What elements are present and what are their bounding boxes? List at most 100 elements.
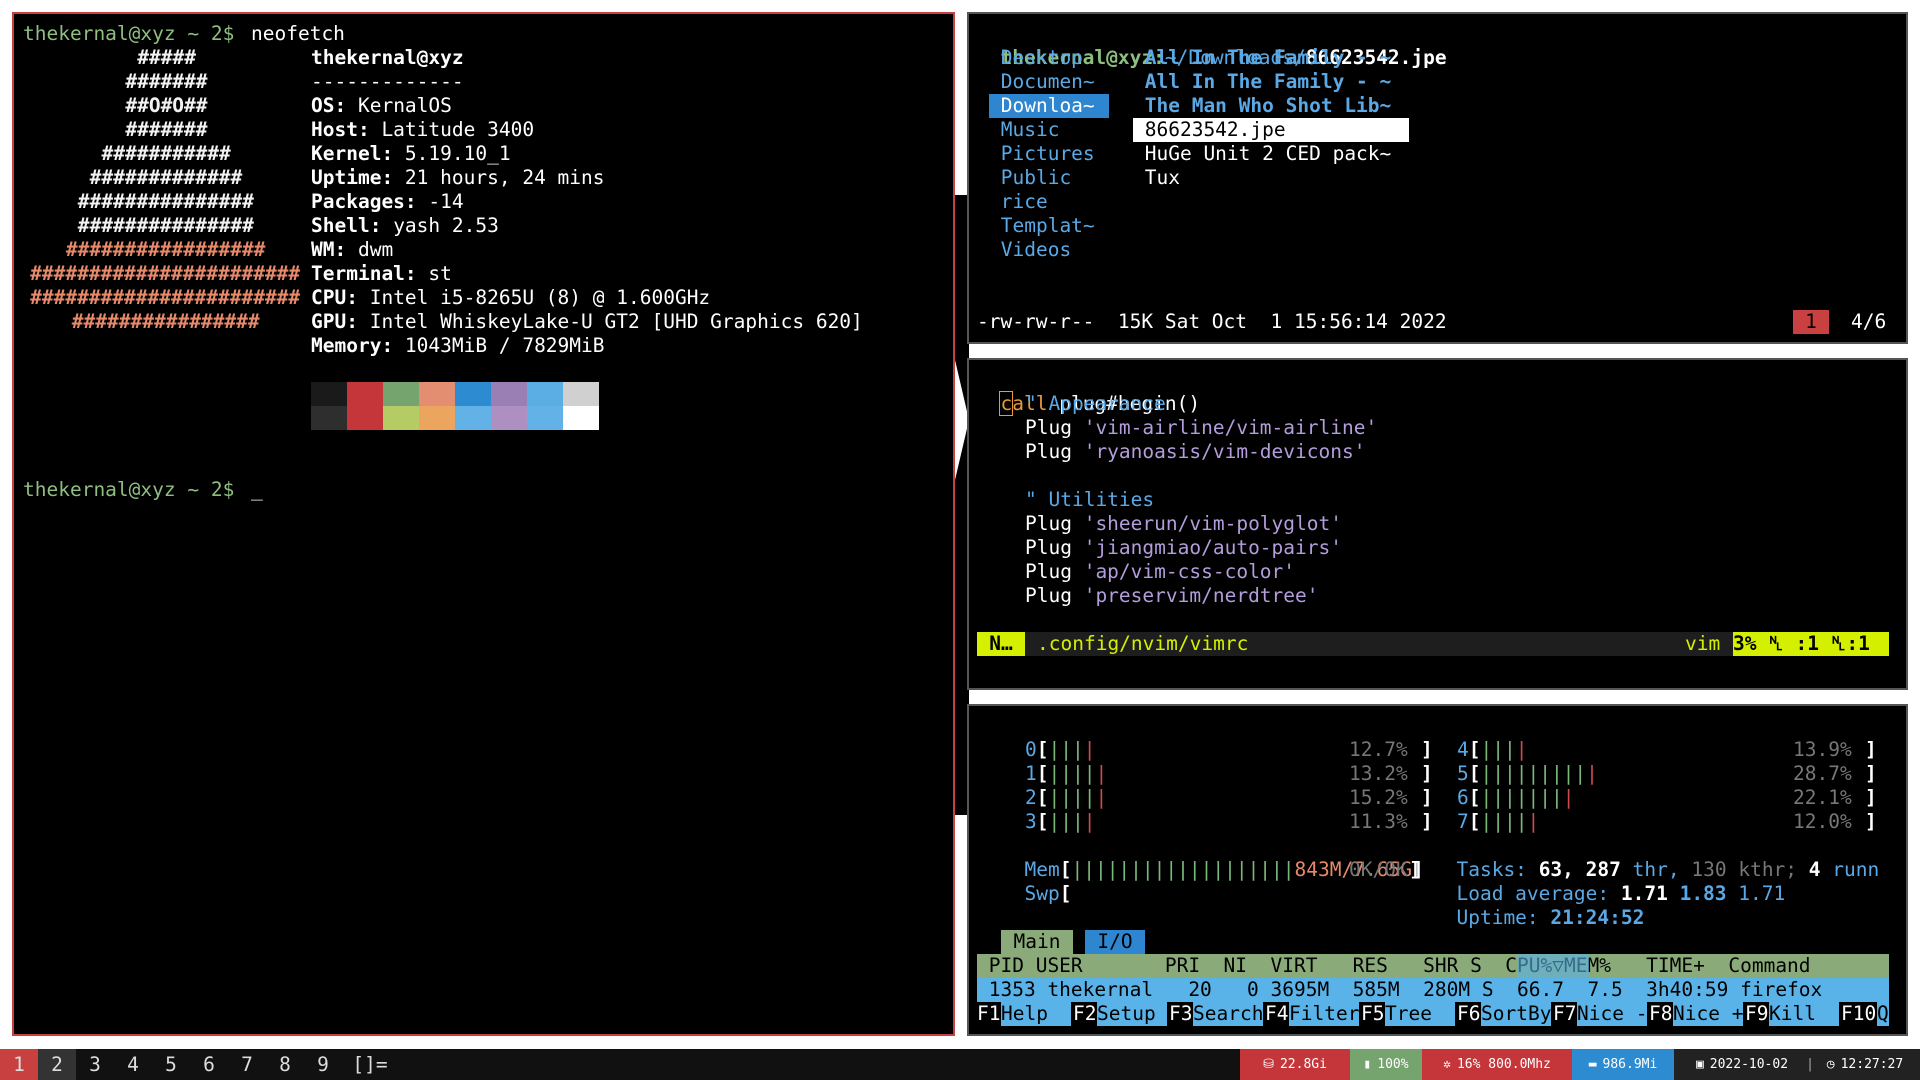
htop-cpu-pct: 11.3% — [1349, 810, 1408, 833]
htop-fkey[interactable]: F4 — [1265, 1002, 1288, 1026]
htop-sort-col — [1517, 954, 1589, 978]
ranger-file-item[interactable]: Tux — [1133, 166, 1180, 190]
disk-icon: ⛁ — [1263, 1057, 1274, 1072]
ranger-dir-item[interactable]: Desktop — [989, 46, 1083, 70]
layout-indicator[interactable]: []= — [352, 1049, 388, 1080]
htop-fkey[interactable]: F10 — [1841, 1002, 1876, 1026]
htop-cpu-bars: ||||||| — [1480, 786, 1563, 809]
tag-5[interactable]: 5 — [152, 1049, 190, 1080]
htop-fkey-label[interactable]: Search — [1193, 1002, 1264, 1026]
htop-fkey-label[interactable]: Kill — [1769, 1002, 1840, 1026]
htop-fkey-label[interactable]: Nice + — [1673, 1002, 1744, 1026]
htop-fkey-label[interactable]: Nice - — [1577, 1002, 1648, 1026]
htop-swp-close: ] — [1409, 858, 1421, 881]
ranger-file-item[interactable]: All In The Family - ~ — [1133, 70, 1392, 94]
tag-7[interactable]: 7 — [228, 1049, 266, 1080]
vim-plug-line[interactable]: Plug 'vim-airline/vim-airline' — [1025, 416, 1377, 440]
neofetch-field: Terminal: st — [311, 262, 452, 286]
htop-fkey-label[interactable]: Tree — [1385, 1002, 1456, 1026]
vim-cursor[interactable]: c — [999, 391, 1014, 416]
ranger-dir-item[interactable]: Videos — [989, 238, 1071, 262]
htop-fkey[interactable]: F7 — [1553, 1002, 1576, 1026]
htop-cpu-id: 6 — [1457, 786, 1469, 809]
ascii-row: ####################### — [30, 286, 301, 309]
vim-plug-line[interactable]: Plug 'jiangmiao/auto-pairs' — [1025, 536, 1342, 560]
htop-fkey-label[interactable]: Setup — [1097, 1002, 1168, 1026]
htop-cpu-meter: 6[|||||||| — [1457, 786, 1574, 810]
htop-cpu-bars: |||| — [1048, 762, 1096, 785]
htop-fkey[interactable]: F5 — [1361, 1002, 1384, 1026]
htop-fkey-label[interactable]: Filter — [1289, 1002, 1360, 1026]
htop-process-text[interactable]: 1353 thekernal 20 0 3695M 585M 280M S 66… — [977, 978, 1823, 1002]
ranger-dir-item[interactable]: rice — [989, 190, 1048, 214]
htop-bracket: [ — [1036, 810, 1049, 833]
htop-load5: 1.83 — [1679, 882, 1727, 905]
htop-fkey[interactable]: F3 — [1169, 1002, 1192, 1026]
htop-function-keys: F1 Help F2 Setup F3 Search F4 Filter F5 Tree F6… — [977, 1002, 1889, 1026]
htop-tab-main[interactable]: Main — [1001, 930, 1073, 954]
htop-cpu-id: 0 — [1025, 738, 1037, 761]
ranger-dir-item[interactable]: Downloa~ — [989, 94, 1109, 118]
ranger-file-item[interactable]: The Man Who Shot Lib~ — [1133, 94, 1392, 118]
htop-cpu-meter: 3[|||| — [1025, 810, 1095, 834]
htop-bracket-close: ] — [1421, 738, 1433, 761]
ranger-dir-item[interactable]: Documen~ — [989, 70, 1095, 94]
neofetch-key: Shell: — [311, 214, 382, 237]
htop-fkey[interactable]: F6 — [1457, 1002, 1480, 1026]
htop-cpu-bars-kernel: | — [1515, 738, 1528, 761]
tag-8[interactable]: 8 — [266, 1049, 304, 1080]
vim-plug-line[interactable]: Plug 'sheerun/vim-polyglot' — [1025, 512, 1342, 536]
command-text: neofetch — [251, 22, 345, 45]
cursor[interactable]: _ — [251, 478, 263, 502]
vim-plug-line[interactable]: Plug 'preservim/nerdtree' — [1025, 584, 1319, 608]
htop-bracket-close: ] — [1865, 810, 1877, 833]
tag-3[interactable]: 3 — [76, 1049, 114, 1080]
color-swatch — [527, 382, 563, 406]
htop-swp-label: Swp — [1024, 882, 1060, 905]
vim-plug-line[interactable]: Plug 'ryanoasis/vim-devicons' — [1025, 440, 1365, 464]
htop-fkey[interactable]: F1 — [977, 1002, 1000, 1026]
ranger-file-item[interactable]: All In The Family - ~ — [1133, 46, 1392, 70]
htop-fkey-label[interactable]: Q — [1877, 1002, 1889, 1026]
ranger-dir-item[interactable]: Templat~ — [989, 214, 1095, 238]
htop-cpu-meter: 2[||||| — [1025, 786, 1107, 810]
ranger-file-item[interactable]: 86623542.jpe — [1133, 118, 1409, 142]
htop-fkey[interactable]: F9 — [1745, 1002, 1768, 1026]
htop-fkey[interactable]: F8 — [1649, 1002, 1672, 1026]
htop-cpu-bars: ||| — [1480, 738, 1516, 761]
htop-fkey-label[interactable]: Help — [1001, 1002, 1072, 1026]
ranger-dir-item[interactable]: Pictures — [989, 142, 1095, 166]
neofetch-field: Kernel: 5.19.10_1 — [311, 142, 511, 166]
tag-6[interactable]: 6 — [190, 1049, 228, 1080]
tag-4[interactable]: 4 — [114, 1049, 152, 1080]
ranger-dir-item[interactable]: Music — [989, 118, 1060, 142]
htop-cpu-bars: ||||||||| — [1480, 762, 1587, 785]
htop-fkey[interactable]: F2 — [1073, 1002, 1096, 1026]
htop-cpu-pct: 12.7% — [1349, 738, 1408, 761]
neofetch-value: 1043MiB / 7829MiB — [393, 334, 605, 357]
status-module-time: ◷ 12:27:27 — [1810, 1049, 1920, 1080]
color-swatch — [419, 406, 455, 430]
color-swatch — [563, 382, 599, 406]
neofetch-field: Packages: -14 — [311, 190, 464, 214]
neofetch-field: Memory: 1043MiB / 7829MiB — [311, 334, 605, 358]
ranger-dir-item[interactable]: Public — [989, 166, 1071, 190]
htop-cpu-bars-kernel: | — [1095, 786, 1108, 809]
ascii-row: ####### — [125, 70, 208, 93]
htop-header-text[interactable]: PID USER PRI NI VIRT RES SHR S CPU%▽MEM%… — [977, 954, 1811, 978]
htop-cpu-bars-kernel: | — [1586, 762, 1598, 785]
status-module-text: 986.9Mi — [1602, 1057, 1658, 1072]
neofetch-key: CPU: — [311, 286, 358, 309]
ranger-file-item[interactable]: HuGe Unit 2 CED pack~ — [1133, 142, 1392, 166]
vim-plug-line[interactable]: Plug 'ap/vim-css-color' — [1025, 560, 1295, 584]
vim-keyword: Plug — [1025, 416, 1084, 439]
color-swatch — [347, 406, 383, 430]
htop-cpu-id: 3 — [1025, 810, 1037, 833]
htop-tab-io[interactable]: I/O — [1085, 930, 1145, 954]
tag-9[interactable]: 9 — [304, 1049, 342, 1080]
tag-1[interactable]: 1 — [0, 1049, 38, 1080]
tag-2[interactable]: 2 — [38, 1049, 76, 1080]
status-module-text: 22.8Gi — [1279, 1057, 1327, 1072]
htop-fkey-label[interactable]: SortBy — [1481, 1002, 1552, 1026]
status-module-text: 12:27:27 — [1840, 1057, 1904, 1072]
